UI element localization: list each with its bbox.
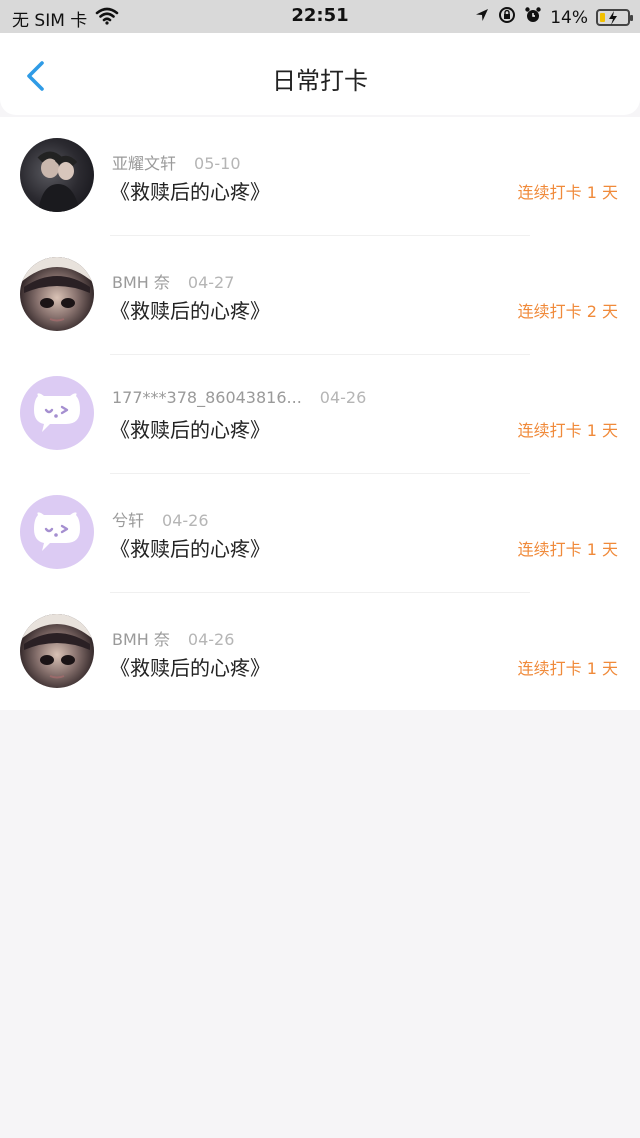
list-item[interactable]: 177***378_86043816... 04-26 《救赎后的心疼》 连续打卡… [0, 355, 640, 474]
user-meta: 兮轩 04-26 [112, 507, 209, 531]
avatar[interactable] [20, 138, 94, 212]
user-name: 177***378_86043816... [112, 388, 302, 407]
avatar[interactable] [20, 376, 94, 450]
checkin-list: 亚耀文轩 05-10 《救赎后的心疼》 连续打卡 1 天 BMH 奈 04-27 《… [0, 117, 640, 710]
user-name: 亚耀文轩 [112, 154, 177, 173]
user-name: BMH 奈 [112, 273, 170, 292]
user-meta: 177***378_86043816... 04-26 [112, 388, 366, 407]
streak-label: 连续打卡 1 天 [517, 659, 618, 678]
page-title: 日常打卡 [272, 67, 368, 95]
battery-percent: 14% [550, 7, 588, 28]
status-bar: 无 SIM 卡 22:51 14% [0, 0, 640, 33]
avatar[interactable] [20, 614, 94, 688]
location-icon [474, 7, 490, 28]
nav-bar: 日常打卡 [0, 33, 640, 115]
book-title: 《救赎后的心疼》 [110, 180, 270, 204]
user-meta: 亚耀文轩 05-10 [112, 150, 241, 174]
checkin-date: 04-26 [319, 388, 367, 407]
list-item[interactable]: 兮轩 04-26 《救赎后的心疼》 连续打卡 1 天 [0, 474, 640, 593]
user-meta: BMH 奈 04-26 [112, 626, 234, 650]
streak-label: 连续打卡 1 天 [517, 183, 618, 202]
list-item[interactable]: BMH 奈 04-27 《救赎后的心疼》 连续打卡 2 天 [0, 236, 640, 355]
book-title: 《救赎后的心疼》 [110, 656, 270, 680]
status-right: 14% [474, 6, 633, 29]
chat-bubble-mascot-icon [34, 512, 80, 551]
list-item[interactable]: 亚耀文轩 05-10 《救赎后的心疼》 连续打卡 1 天 [0, 117, 640, 236]
alarm-icon [524, 6, 542, 29]
chat-bubble-mascot-icon [34, 393, 80, 432]
checkin-date: 04-26 [162, 511, 209, 530]
checkin-date: 04-27 [187, 273, 235, 292]
battery-icon [596, 9, 633, 26]
book-title: 《救赎后的心疼》 [110, 537, 270, 561]
streak-label: 连续打卡 1 天 [517, 540, 618, 559]
user-name: 兮轩 [112, 511, 145, 530]
checkin-date: 04-26 [187, 630, 235, 649]
avatar[interactable] [20, 495, 94, 569]
checkin-date: 05-10 [194, 154, 241, 173]
book-title: 《救赎后的心疼》 [110, 299, 270, 323]
orientation-lock-icon [498, 6, 516, 29]
user-name: BMH 奈 [112, 630, 170, 649]
avatar[interactable] [20, 257, 94, 331]
book-title: 《救赎后的心疼》 [110, 418, 270, 442]
user-meta: BMH 奈 04-27 [112, 269, 234, 293]
streak-label: 连续打卡 2 天 [517, 302, 618, 321]
list-item[interactable]: BMH 奈 04-26 《救赎后的心疼》 连续打卡 1 天 [0, 593, 640, 712]
streak-label: 连续打卡 1 天 [517, 421, 618, 440]
